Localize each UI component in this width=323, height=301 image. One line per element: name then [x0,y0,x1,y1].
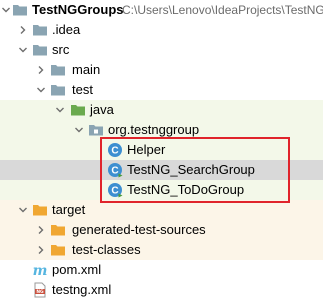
excluded-folder-icon [32,202,48,218]
class-label-helper: Helper [127,142,166,157]
tree-row-target[interactable]: target [0,200,323,220]
chevron-down-icon[interactable] [2,6,10,14]
chevron-right-icon[interactable] [37,226,45,234]
tree-row-test[interactable]: test [0,80,323,100]
chevron-right-icon[interactable] [37,246,45,254]
folder-label-target: target [52,202,86,217]
folder-icon [50,82,66,98]
folder-label-generated-test-sources: generated-test-sources [72,222,206,237]
tree-row-package[interactable]: org.testnggroup [0,120,323,140]
tree-row-testng[interactable]: NG testng.xml [0,280,323,300]
tree-row-generated-test-sources[interactable]: generated-test-sources [0,220,323,240]
tree-row-class-todogroup[interactable]: C TestNG_ToDoGroup [0,180,323,200]
chevron-right-icon[interactable] [37,66,45,74]
svg-text:C: C [111,186,118,197]
tree-row-class-helper[interactable]: C Helper [0,140,323,160]
maven-icon: m [32,262,48,278]
package-label: org.testnggroup [108,122,200,137]
java-class-icon: C [107,142,123,158]
folder-icon [12,2,28,18]
project-tree: TestNGGroups C:\Users\Lenovo\IdeaProject… [0,0,323,301]
folder-icon [32,42,48,58]
tree-row-src[interactable]: src [0,40,323,60]
folder-label-src: src [52,42,70,57]
chevron-down-icon[interactable] [56,106,64,114]
tree-row-java[interactable]: java [0,100,323,120]
excluded-folder-icon [50,242,66,258]
svg-text:C: C [111,146,118,157]
folder-icon [50,62,66,78]
chevron-down-icon[interactable] [37,86,45,94]
svg-text:C: C [111,166,118,177]
chevron-right-icon[interactable] [19,26,27,34]
tree-row-main[interactable]: main [0,60,323,80]
file-label-testng: testng.xml [52,282,112,297]
folder-label-test: test [72,82,93,97]
chevron-down-icon[interactable] [75,126,83,134]
class-label-searchgroup: TestNG_SearchGroup [127,162,255,177]
folder-label-main: main [72,62,101,77]
folder-label-idea: .idea [52,22,81,37]
svg-text:NG: NG [36,289,44,295]
folder-icon [32,22,48,38]
folder-label-java: java [90,102,114,117]
folder-label-test-classes: test-classes [72,242,141,257]
tree-row-test-classes[interactable]: test-classes [0,240,323,260]
chevron-down-icon[interactable] [19,206,27,214]
java-class-icon: C [107,162,123,178]
tree-row-idea[interactable]: .idea [0,20,323,40]
tree-row-class-searchgroup[interactable]: C TestNG_SearchGroup [0,160,323,180]
java-class-icon: C [107,182,123,198]
project-name: TestNGGroups [32,2,124,17]
package-icon [88,122,104,138]
svg-text:m: m [33,263,48,278]
file-label-pom: pom.xml [52,262,102,277]
tree-row-project[interactable]: TestNGGroups C:\Users\Lenovo\IdeaProject… [0,0,323,20]
class-label-todogroup: TestNG_ToDoGroup [127,182,245,197]
testng-file-icon: NG [32,282,48,298]
test-folder-icon [70,102,86,118]
tree-row-pom[interactable]: m pom.xml [0,260,323,280]
excluded-folder-icon [50,222,66,238]
project-path: C:\Users\Lenovo\IdeaProjects\TestNG [122,3,323,17]
chevron-down-icon[interactable] [19,46,27,54]
